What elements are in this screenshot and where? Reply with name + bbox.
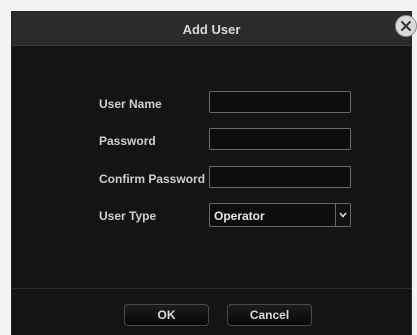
close-icon bbox=[401, 21, 411, 31]
dialog-title: Add User bbox=[182, 22, 241, 37]
username-field[interactable] bbox=[209, 91, 351, 113]
cancel-button[interactable]: Cancel bbox=[227, 304, 312, 326]
user-type-value: Operator bbox=[214, 209, 265, 223]
footer-divider bbox=[12, 288, 411, 289]
password-field[interactable] bbox=[209, 128, 351, 150]
ok-button[interactable]: OK bbox=[124, 304, 209, 326]
user-type-label: User Type bbox=[99, 209, 157, 223]
confirm-password-field[interactable] bbox=[209, 166, 351, 188]
confirm-password-label: Confirm Password bbox=[99, 172, 206, 186]
close-button[interactable] bbox=[395, 15, 417, 37]
dialog-titlebar: Add User bbox=[12, 12, 411, 46]
user-type-dropdown-toggle[interactable] bbox=[335, 204, 350, 226]
add-user-dialog: Add User User Name Password Confirm Pass… bbox=[12, 12, 417, 335]
password-label: Password bbox=[99, 134, 156, 148]
username-label: User Name bbox=[99, 97, 162, 111]
chevron-down-icon bbox=[339, 212, 347, 218]
user-type-select[interactable]: Operator bbox=[209, 203, 351, 227]
